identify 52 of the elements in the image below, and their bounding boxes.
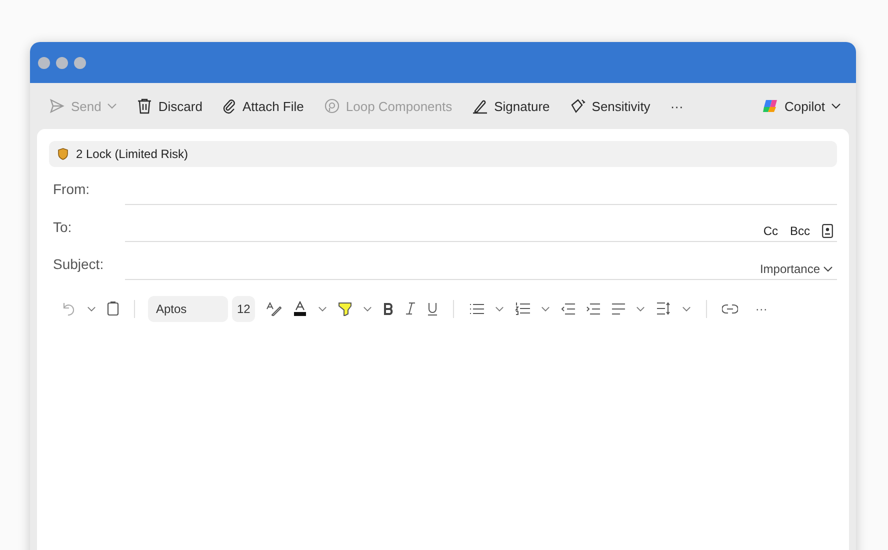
clipboard-icon[interactable]: [107, 301, 119, 316]
caret-icon[interactable]: [541, 306, 550, 312]
bullet-list-icon[interactable]: [469, 302, 484, 314]
bold-icon[interactable]: [383, 302, 394, 314]
send-icon: [49, 98, 65, 114]
more-button[interactable]: ···: [665, 94, 688, 118]
caret-icon: [823, 266, 833, 272]
italic-icon[interactable]: [405, 302, 416, 315]
sensitivity-label: 2 Lock (Limited Risk): [76, 147, 188, 161]
field-label: From:: [52, 180, 91, 199]
field-label: Subject:: [52, 255, 105, 274]
underline-icon[interactable]: [427, 302, 438, 316]
pen-icon: [472, 98, 488, 114]
increase-indent-icon[interactable]: [586, 302, 600, 314]
input-field[interactable]: Cc Bcc: [125, 204, 837, 242]
minimize-dot[interactable]: [56, 56, 68, 68]
caret-icon[interactable]: [495, 306, 504, 312]
contact-card-icon[interactable]: [822, 224, 833, 238]
caret-icon[interactable]: [636, 306, 646, 312]
toolbar-button[interactable]: Sensitivity: [564, 94, 656, 118]
caret-icon[interactable]: [363, 306, 372, 312]
caret-icon[interactable]: [682, 306, 692, 312]
caret-icon[interactable]: [318, 306, 328, 312]
toolbar-button[interactable]: Discard: [132, 94, 208, 118]
font-color-icon[interactable]: [293, 301, 308, 316]
tag-icon: [570, 98, 586, 114]
caret-icon[interactable]: [87, 306, 96, 312]
importance-dropdown[interactable]: Importance: [760, 262, 833, 276]
decrease-indent-icon[interactable]: [561, 302, 576, 314]
recipient-option[interactable]: Bcc: [790, 224, 810, 238]
font-field[interactable]: Aptos: [148, 296, 228, 322]
copilot-logo-icon: [762, 98, 779, 114]
toolbar-button[interactable]: Attach File: [217, 94, 309, 118]
line-spacing-icon[interactable]: [656, 302, 672, 315]
highlighter-icon[interactable]: [338, 301, 352, 316]
shield-icon: [58, 148, 68, 160]
more-button[interactable]: ···: [755, 302, 768, 316]
recipient-option[interactable]: Cc: [763, 224, 778, 238]
field-label: To:: [52, 218, 73, 236]
text-style-icon[interactable]: [266, 302, 282, 316]
link-icon[interactable]: [722, 304, 738, 314]
toolbar-button[interactable]: Signature: [467, 94, 555, 118]
toolbar-button[interactable]: Copilot: [758, 94, 846, 118]
paperclip-icon: [222, 98, 236, 114]
numbered-list-icon[interactable]: [515, 302, 530, 315]
align-icon[interactable]: [611, 302, 626, 314]
close-dot[interactable]: [38, 56, 50, 68]
trash-icon: [137, 98, 152, 114]
loop-icon: [324, 98, 340, 114]
zoom-dot[interactable]: [74, 56, 86, 68]
input-field[interactable]: Importance: [125, 242, 837, 280]
font-size-field[interactable]: 12: [232, 296, 256, 322]
